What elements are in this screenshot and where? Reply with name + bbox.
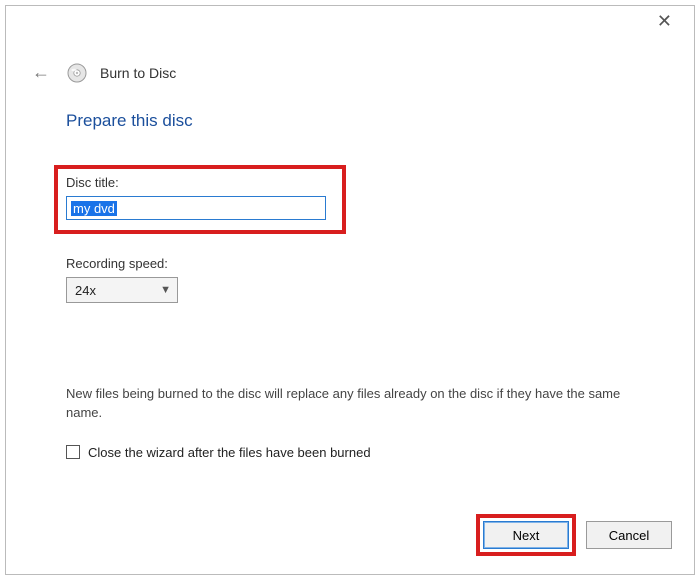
disc-title-selection: my dvd xyxy=(71,201,117,216)
title-bar-controls: ✕ xyxy=(649,12,680,30)
next-button[interactable]: Next xyxy=(483,521,569,549)
section-heading: Prepare this disc xyxy=(66,111,634,131)
recording-speed-select[interactable]: 24x ▼ xyxy=(66,277,178,303)
dialog-footer: Next Cancel xyxy=(6,500,694,574)
disc-title-input[interactable]: my dvd xyxy=(66,196,326,220)
close-wizard-label: Close the wizard after the files have be… xyxy=(88,445,371,460)
back-arrow-icon[interactable]: ← xyxy=(28,60,54,85)
burn-to-disc-dialog: ✕ ← Burn to Disc Prepare this disc Disc … xyxy=(5,5,695,575)
recording-speed-group: Recording speed: 24x ▼ xyxy=(66,256,634,303)
next-button-label: Next xyxy=(513,528,540,543)
cancel-button[interactable]: Cancel xyxy=(586,521,672,549)
disc-title-highlight: Disc title: my dvd xyxy=(54,165,346,234)
close-wizard-row[interactable]: Close the wizard after the files have be… xyxy=(66,445,634,460)
dialog-content: Prepare this disc Disc title: my dvd Rec… xyxy=(6,93,694,500)
close-icon[interactable]: ✕ xyxy=(649,7,680,35)
recording-speed-label: Recording speed: xyxy=(66,256,634,271)
dialog-title: Burn to Disc xyxy=(100,65,176,81)
recording-speed-value: 24x xyxy=(75,283,96,298)
close-wizard-checkbox[interactable] xyxy=(66,445,80,459)
cancel-button-label: Cancel xyxy=(609,528,649,543)
disc-icon xyxy=(66,62,88,84)
disc-title-label: Disc title: xyxy=(66,175,334,190)
dialog-header: ← Burn to Disc xyxy=(6,38,694,93)
overwrite-note: New files being burned to the disc will … xyxy=(66,385,626,423)
next-button-highlight: Next xyxy=(476,514,576,556)
chevron-down-icon: ▼ xyxy=(160,284,171,296)
